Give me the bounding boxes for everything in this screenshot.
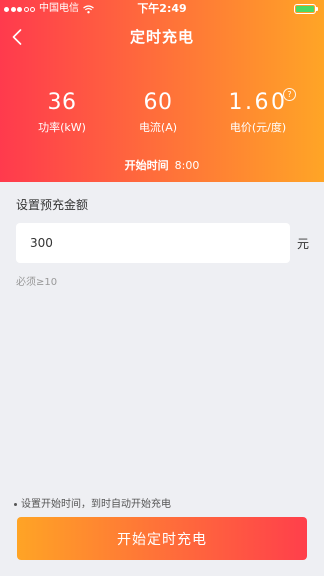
help-icon[interactable]: ? (283, 88, 296, 101)
status-time: 下午2:49 (137, 2, 187, 15)
page-title: 定时充电 (129, 28, 194, 46)
footer-note: 设置开始时间，到时自动开始充电 (14, 495, 171, 510)
amount-section-title: 设置预充金额 (16, 198, 89, 212)
status-bar: 中国电信 下午2:49 (0, 0, 324, 18)
footer-note-text: 设置开始时间，到时自动开始充电 (21, 499, 171, 510)
battery-icon (294, 4, 318, 14)
current-stat: 60 电流(A) (104, 88, 212, 136)
charging-stats: 36 功率(kW) 60 电流(A) 1.60 电价(元/度) ? (0, 88, 324, 138)
price-stat: 1.60 电价(元/度) ? (204, 88, 312, 136)
start-time-row: 开始时间 8:00 (0, 158, 324, 174)
power-label: 功率(kW) (38, 121, 86, 134)
unit-label: 元 (297, 237, 310, 251)
price-label: 电价(元/度) (229, 121, 287, 134)
bullet-icon (14, 502, 17, 506)
amount-input[interactable] (16, 223, 290, 263)
start-scheduled-charge-button[interactable]: 开始定时充电 (17, 517, 307, 560)
current-value: 60 (143, 90, 173, 115)
header-banner: 中国电信 下午2:49 定时充电 36 功率(kW) 60 电流(A) 1.60… (0, 0, 324, 182)
start-time-value: 8:00 (174, 159, 200, 172)
minimum-hint: 必须≥10 (16, 277, 58, 288)
power-stat: 36 功率(kW) (8, 88, 116, 136)
current-label: 电流(A) (138, 121, 178, 134)
power-value: 36 (47, 90, 77, 115)
start-time-label: 开始时间 (124, 159, 169, 172)
